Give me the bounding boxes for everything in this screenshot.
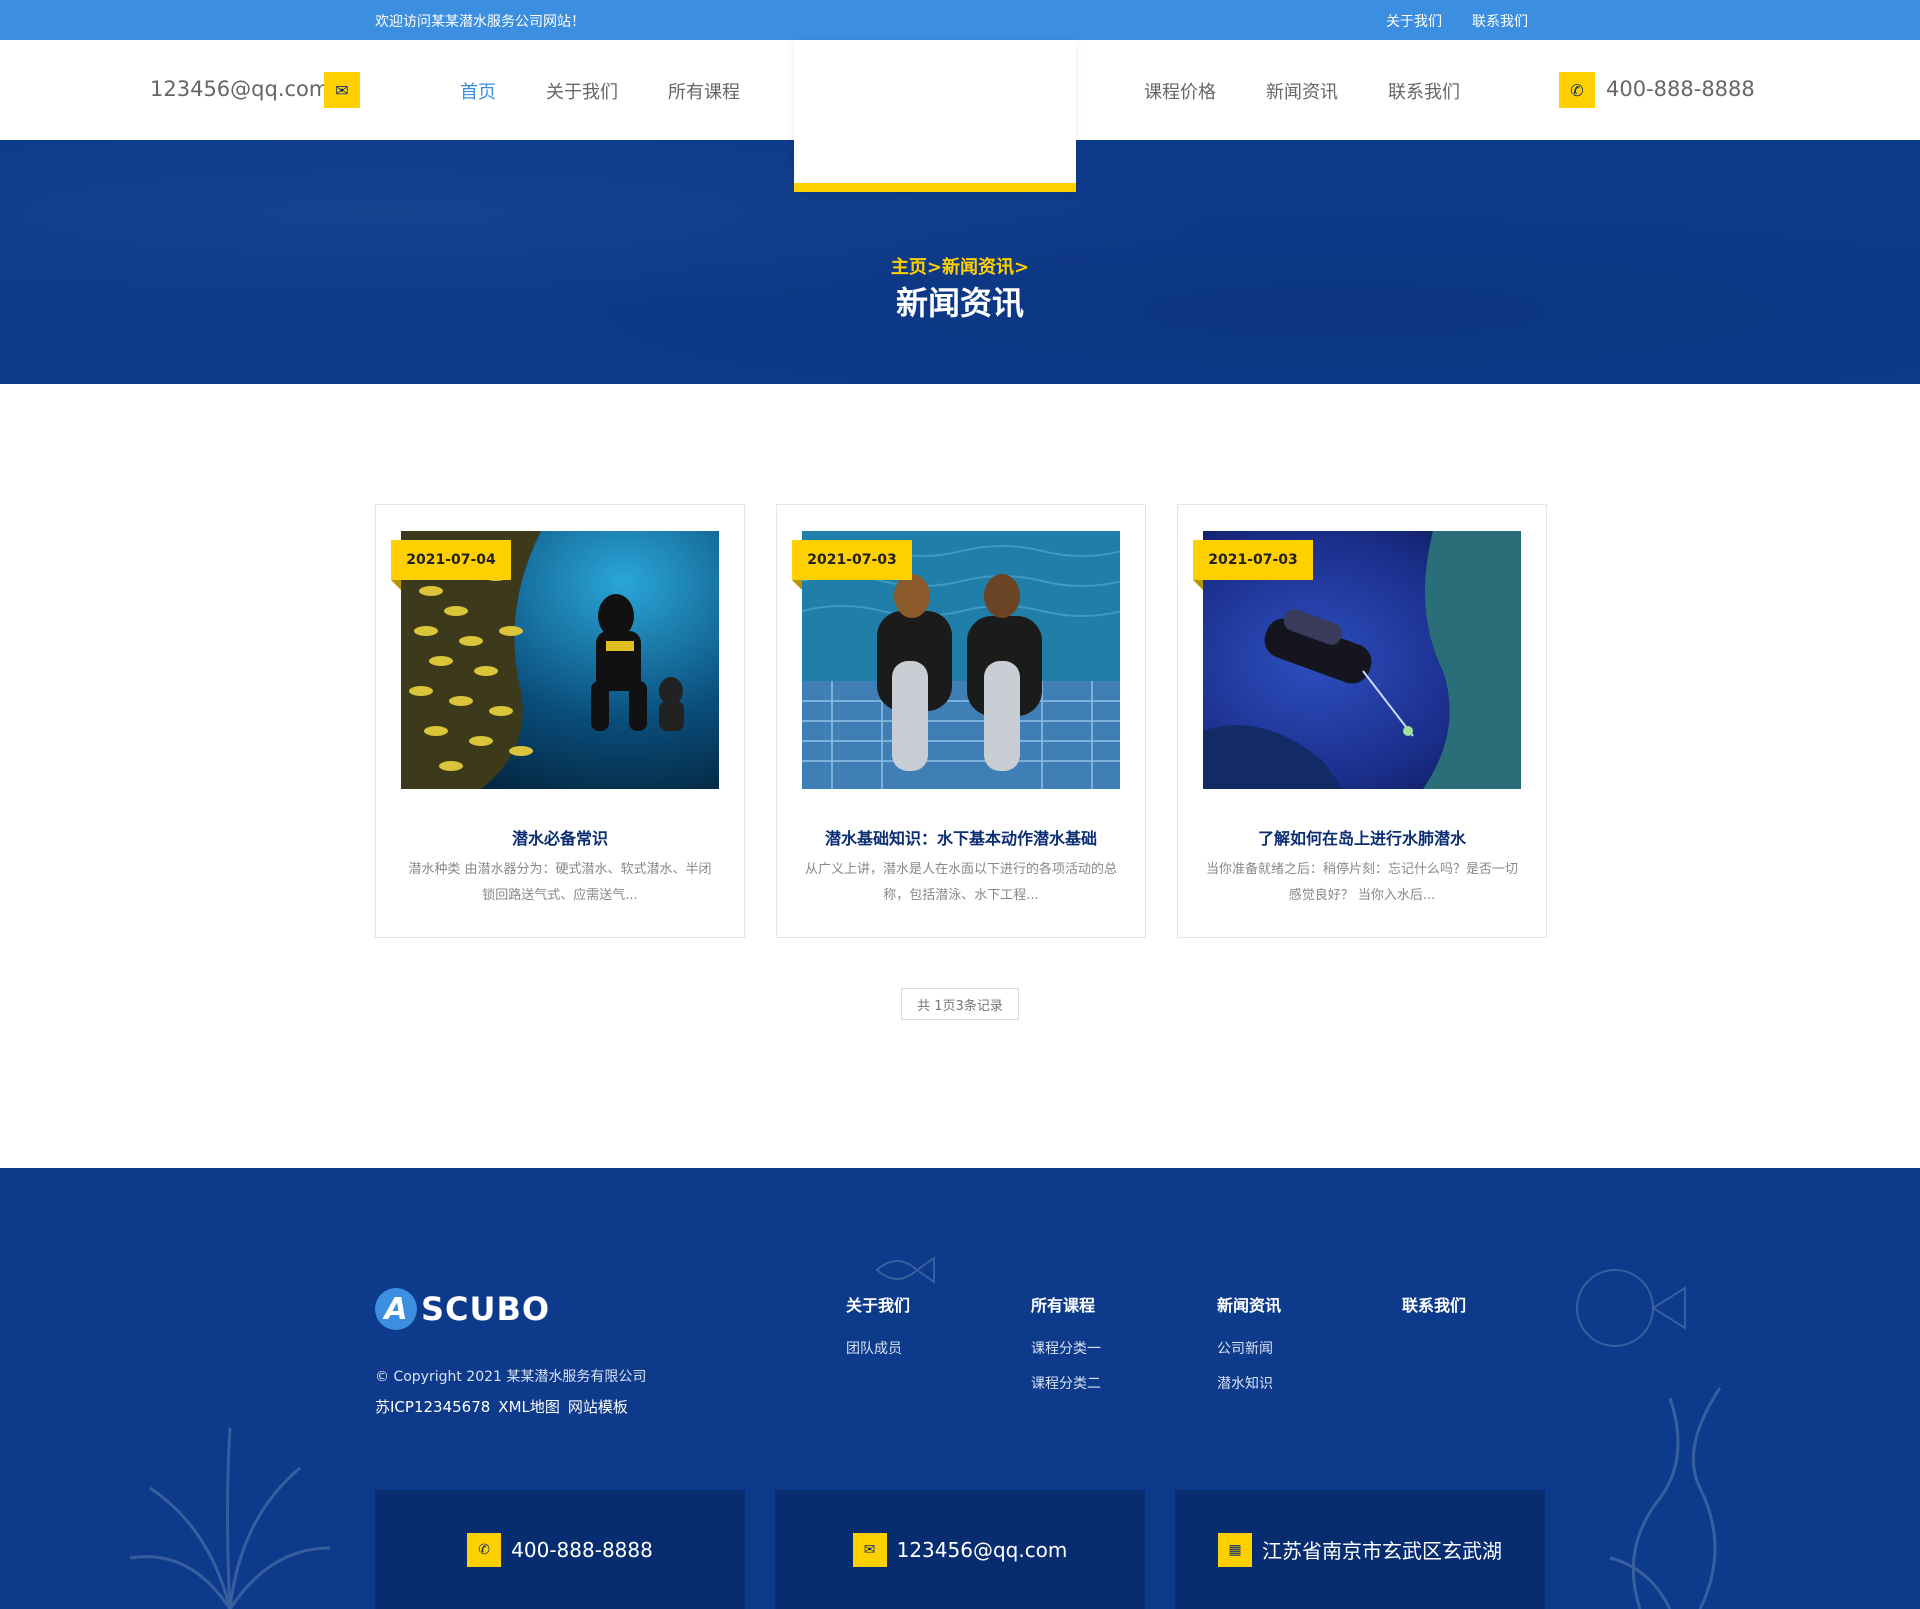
header-email[interactable]: 123456@qq.com	[150, 77, 329, 101]
seaweed-decoration-icon	[1609, 1387, 1722, 1609]
fish-decoration-icon	[875, 1256, 935, 1284]
news-date: 2021-07-04	[391, 540, 511, 590]
footer-phone: 400-888-8888	[511, 1537, 653, 1562]
footer-col-head[interactable]: 新闻资讯	[1217, 1292, 1281, 1316]
footer-col-head[interactable]: 联系我们	[1402, 1292, 1466, 1316]
news-title[interactable]: 潜水基础知识：水下基本动作潜水基础	[777, 825, 1145, 849]
icp-link[interactable]: 苏ICP12345678	[375, 1396, 490, 1417]
news-card[interactable]: 2021-07-03 潜水基础知识：水下基本动作潜水基础 从广义上讲，潜水是人在…	[776, 504, 1146, 938]
footer-col-about: 关于我们 团队成员	[846, 1292, 910, 1373]
nav-item-about[interactable]: 关于我们	[546, 78, 618, 104]
logo-text: SCUBO	[421, 1290, 551, 1328]
footer-link[interactable]: 公司新闻	[1217, 1338, 1281, 1358]
phone-icon: ✆	[467, 1532, 502, 1567]
footer-link[interactable]: 团队成员	[846, 1338, 910, 1358]
footer-phone-box[interactable]: ✆ 400-888-8888	[375, 1490, 745, 1609]
nav-item-prices[interactable]: 课程价格	[1144, 78, 1216, 104]
nav-right: 课程价格 新闻资讯 联系我们	[1144, 78, 1460, 104]
nav-item-contact[interactable]: 联系我们	[1388, 78, 1460, 104]
footer-col-head[interactable]: 关于我们	[846, 1292, 910, 1316]
copyright: © Copyright 2021 某某潜水服务有限公司	[375, 1369, 647, 1385]
footer-email-box[interactable]: ✉ 123456@qq.com	[775, 1490, 1145, 1609]
map-icon: ▦	[1218, 1532, 1252, 1567]
footer-link[interactable]: 潜水知识	[1217, 1373, 1281, 1393]
news-card[interactable]: 2021-07-04 潜水必备常识 潜水种类 由潜水器分为：硬式潜水、软式潜水、…	[375, 504, 745, 938]
top-links: 关于我们 联系我们	[1386, 11, 1528, 31]
pagination-info: 共 1页3条记录	[901, 988, 1019, 1020]
footer-link[interactable]: 课程分类二	[1031, 1373, 1101, 1393]
pufferfish-decoration-icon	[1576, 1269, 1686, 1347]
nav-left: 首页 关于我们 所有课程	[460, 78, 740, 104]
header-phone[interactable]: 400-888-8888	[1606, 77, 1755, 101]
top-bar: 欢迎访问某某潜水服务公司网站！ 关于我们 联系我们	[0, 0, 1920, 40]
footer-col-news: 新闻资讯 公司新闻 潜水知识	[1217, 1292, 1281, 1408]
nav-item-news[interactable]: 新闻资讯	[1266, 78, 1338, 104]
news-desc: 从广义上讲，潜水是人在水面以下进行的各项活动的总称，包括潜泳、水下工程...	[805, 862, 1118, 903]
welcome-text: 欢迎访问某某潜水服务公司网站！	[375, 14, 585, 30]
breadcrumb[interactable]: 主页>新闻资讯>	[0, 253, 1920, 279]
footer-email: 123456@qq.com	[896, 1537, 1068, 1562]
footer: A SCUBO © Copyright 2021 某某潜水服务有限公司 苏ICP…	[0, 1168, 1920, 1609]
envelope-icon: ✉	[324, 72, 360, 108]
logo-box[interactable]	[794, 40, 1076, 192]
news-desc: 当你准备就绪之后：稍停片刻：忘记什么吗？是否一切感觉良好？ 当你入水后...	[1206, 862, 1519, 903]
footer-link[interactable]: 课程分类一	[1031, 1338, 1101, 1358]
nav-item-home[interactable]: 首页	[460, 78, 496, 104]
news-title[interactable]: 潜水必备常识	[376, 825, 744, 849]
news-list: 2021-07-04 潜水必备常识 潜水种类 由潜水器分为：硬式潜水、软式潜水、…	[375, 504, 1547, 938]
news-date: 2021-07-03	[1193, 540, 1313, 590]
footer-address: 江苏省南京市玄武区玄武湖	[1262, 1539, 1502, 1563]
coral-decoration-icon	[129, 1427, 331, 1609]
page-title: 新闻资讯	[895, 284, 1024, 322]
nav-item-courses[interactable]: 所有课程	[668, 78, 740, 104]
logo-badge: A	[375, 1288, 417, 1330]
news-date: 2021-07-03	[792, 540, 912, 590]
top-link-about[interactable]: 关于我们	[1386, 11, 1442, 31]
template-link[interactable]: 网站模板	[568, 1396, 628, 1417]
footer-logo[interactable]: A SCUBO	[375, 1288, 550, 1330]
footer-col-head[interactable]: 所有课程	[1031, 1292, 1101, 1316]
footer-col-courses: 所有课程 课程分类一 课程分类二	[1031, 1292, 1101, 1408]
xml-sitemap-link[interactable]: XML地图	[498, 1396, 560, 1417]
footer-address-box[interactable]: ▦ 江苏省南京市玄武区玄武湖	[1175, 1490, 1545, 1609]
footer-legal-links: 苏ICP12345678 XML地图 网站模板	[375, 1396, 628, 1417]
news-desc: 潜水种类 由潜水器分为：硬式潜水、软式潜水、半闭锁回路送气式、应需送气...	[408, 862, 712, 903]
top-link-contact[interactable]: 联系我们	[1472, 11, 1528, 31]
envelope-icon: ✉	[852, 1532, 887, 1567]
news-title[interactable]: 了解如何在岛上进行水肺潜水	[1178, 825, 1546, 849]
news-card[interactable]: 2021-07-03 了解如何在岛上进行水肺潜水 当你准备就绪之后：稍停片刻：忘…	[1177, 504, 1547, 938]
footer-col-contact: 联系我们	[1402, 1292, 1466, 1338]
phone-icon: ✆	[1559, 72, 1595, 108]
